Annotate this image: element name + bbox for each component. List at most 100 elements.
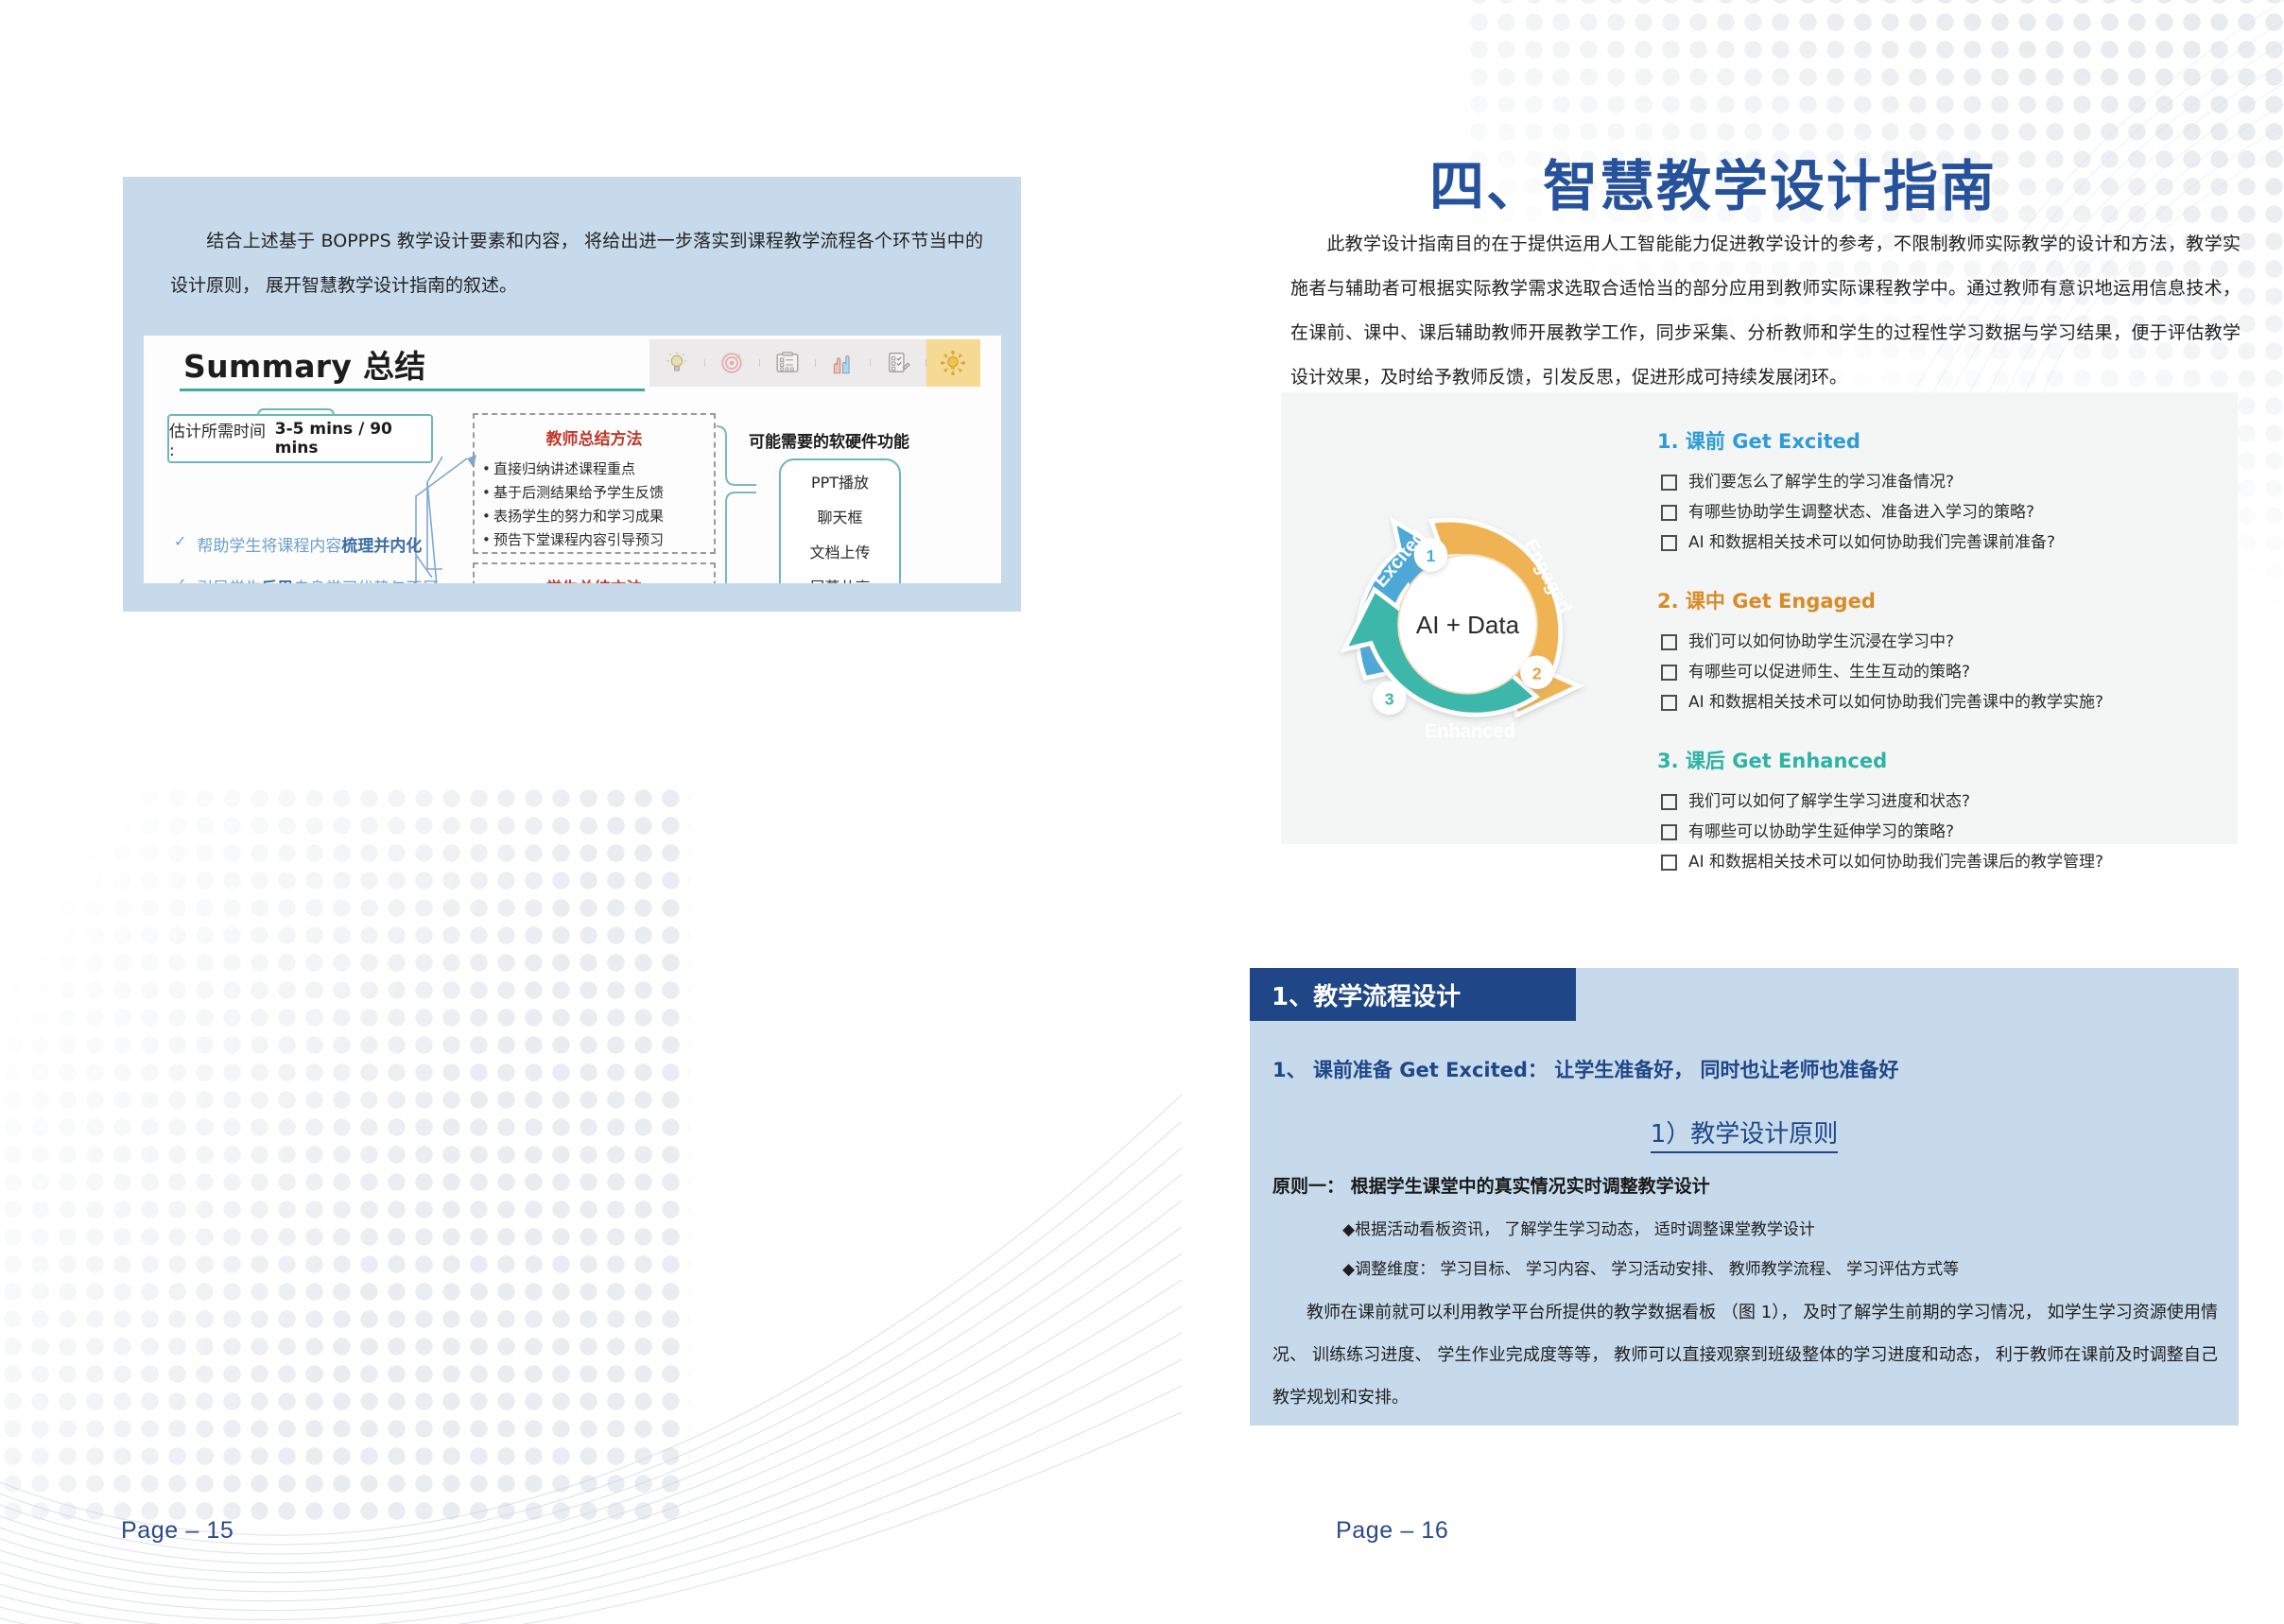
checkbox-icon [1661, 824, 1677, 840]
check-text-bold: 反思 [261, 579, 293, 583]
page-number-right: Page – 16 [1336, 1517, 1449, 1544]
summary-header: Summary 总结 [144, 336, 1001, 391]
checklist-group-post-class: 3. 课后 Get Enhanced 我们可以如何了解学生学习进度和状态? 有哪… [1657, 746, 2215, 877]
list-item: 表扬学生的努力和学习成果 [475, 505, 714, 528]
lead-paragraph: 此教学设计指南目的在于提供运用人工智能能力促进教学设计的参考，不限制教师实际教学… [1290, 222, 2241, 400]
page-number-left: Page – 15 [121, 1517, 234, 1544]
list-item: 预告下堂课程内容引导预习 [475, 528, 714, 552]
hardware-title: 可能需要的软硬件功能 [749, 433, 909, 452]
page-title: 四、智慧教学设计指南 [1428, 154, 1997, 218]
checklist-heading: 1. 课前 Get Excited [1657, 430, 1860, 453]
list-item: 我们可以如何了解学生学习进度和状态? [1657, 786, 2215, 817]
checkbox-icon [1661, 855, 1677, 871]
flow-heading: 1、 课前准备 Get Excited： 让学生准备好， 同时也让老师也准备好 [1272, 1059, 1899, 1081]
svg-text:3: 3 [1385, 690, 1394, 709]
student-method-box: 学生总结方法 口头简短心得分享 以图表等方式整理所学重点 思考：今天学到了什么？… [473, 562, 716, 583]
list-item: 我们要怎么了解学生的学习准备情况? [1657, 467, 2215, 497]
cycle-svg: AI + Data Excited Engaged Enhanced 1 2 3 [1340, 516, 1584, 742]
teacher-method-title: 教师总结方法 [545, 430, 643, 449]
checklist-group-in-class: 2. 课中 Get Engaged 我们可以如何协助学生沉浸在学习中? 有哪些可… [1657, 586, 2215, 717]
checkbox-icon [1661, 665, 1677, 681]
principle-bullet: ◆根据活动看板资讯， 了解学生学习动态， 适时调整课堂教学设计 [1342, 1220, 1815, 1239]
list-item: 文档上传 [809, 544, 871, 561]
teaching-flow-section: 1、教学流程设计 1、 课前准备 Get Excited： 让学生准备好， 同时… [1250, 968, 2239, 1425]
list-item-label: AI 和数据相关技术可以如何协助我们完善课前准备? [1688, 533, 2056, 552]
checklist-group-pre-class: 1. 课前 Get Excited 我们要怎么了解学生的学习准备情况? 有哪些协… [1657, 426, 2215, 558]
principle-body: 教师在课前就可以利用教学平台所提供的教学数据看板 （图 1）， 及时了解学生前期… [1272, 1291, 2218, 1419]
svg-text:2: 2 [1532, 664, 1542, 682]
teacher-method-box: 教师总结方法 直接归纳讲述课程重点 基于后测结果给予学生反馈 表扬学生的努力和学… [473, 413, 716, 554]
list-item-label: 我们可以如何了解学生学习进度和状态? [1688, 792, 1971, 811]
list-item-label: AI 和数据相关技术可以如何协助我们完善课中的教学实施? [1688, 693, 2104, 712]
checkbox-icon [1661, 475, 1677, 491]
list-item: PPT播放 [810, 474, 870, 492]
list-item-label: 有哪些可以促进师生、生生互动的策略? [1688, 663, 1971, 682]
list-item-label: 有哪些可以协助学生延伸学习的策略? [1688, 822, 1955, 841]
list-item: AI 和数据相关技术可以如何协助我们完善课前准备? [1657, 527, 2215, 558]
list-item: 聊天框 [817, 509, 863, 527]
section-tab: 1、教学流程设计 [1250, 968, 1576, 1021]
checkbox-icon [1661, 535, 1677, 551]
target-objective-icon [705, 339, 760, 387]
hardware-box: PPT播放 聊天框 文档上传 屏幕共享 [779, 458, 901, 583]
check-icon: ✓ [174, 575, 186, 583]
summary-title: Summary 总结 [183, 341, 426, 387]
lightbulb-idea-icon [649, 339, 704, 387]
list-item: AI 和数据相关技术可以如何协助我们完善课中的教学实施? [1657, 687, 2215, 717]
summary-check-list: ✓ 帮助学生将课程内容梳理并内化 ✓ 引导学生反思自身学习优势与不足 ✓ 预告接… [174, 532, 495, 583]
checklist-heading: 3. 课后 Get Enhanced [1657, 750, 1888, 772]
student-method-title: 学生总结方法 [475, 575, 714, 583]
time-estimate-box: 估计所需时间 : 3-5 mins / 90 mins [167, 414, 433, 463]
summary-underline [180, 389, 645, 391]
list-item-label: 有哪些协助学生调整状态、准备进入学习的策略? [1688, 503, 2035, 522]
ai-data-cycle-diagram: AI + Data Excited Engaged Enhanced 1 2 3 [1300, 421, 1635, 818]
principle-title: 原则一： 根据学生课堂中的真实情况实时调整教学设计 [1272, 1176, 1710, 1197]
checkbox-icon [1661, 505, 1677, 521]
intro-paragraph-text: 结合上述基于 BOPPPS 教学设计要素和内容， 将给出进一步落实到课程教学流程… [170, 231, 983, 296]
cycle-label-enhanced: Enhanced [1425, 721, 1515, 742]
list-item: 有哪些可以促进师生、生生互动的策略? [1657, 657, 2215, 687]
list-item: AI 和数据相关技术可以如何协助我们完善课后的教学管理? [1657, 847, 2215, 877]
flow-subheading-text: 1）教学设计原则 [1650, 1120, 1839, 1153]
checklist-heading: 2. 课中 Get Engaged [1657, 590, 1876, 613]
summary-figure: Summary 总结 估计所需时间: 3-5 mins / 90 mins ✓… [144, 336, 1001, 583]
check-text-bold: 梳理并内化 [341, 537, 423, 556]
list-item: 我们可以如何协助学生沉浸在学习中? [1657, 627, 2215, 657]
check-text: 帮助学生将课程内容梳理并内化 [197, 532, 422, 556]
list-item-label: 我们可以如何协助学生沉浸在学习中? [1688, 632, 1955, 651]
checkbox-icon [1661, 634, 1677, 650]
section-tab-label: 1、教学流程设计 [1272, 982, 1462, 1011]
boppps-icon-strip [649, 339, 980, 387]
time-estimate-label: 估计所需时间 : [169, 422, 266, 460]
list-item: ✓ 帮助学生将课程内容梳理并内化 [174, 532, 495, 556]
list-item: 基于后测结果给予学生反馈 [475, 481, 714, 505]
list-item: 有哪些协助学生调整状态、准备进入学习的策略? [1657, 497, 2215, 527]
summary-bulb-network-icon [926, 339, 980, 387]
cycle-badge-1: 1 [1413, 538, 1448, 572]
cycle-center-label: AI + Data [1416, 611, 1520, 639]
cycle-checklists: 1. 课前 Get Excited 我们要怎么了解学生的学习准备情况? 有哪些协… [1657, 426, 2215, 877]
page-left: 结合上述基于 BOPPPS 教学设计要素和内容， 将给出进一步落实到课程教学流程… [0, 0, 1142, 1624]
checkbox-icon [1661, 695, 1677, 711]
svg-text:1: 1 [1427, 546, 1436, 565]
principle-body-text: 教师在课前就可以利用教学平台所提供的教学数据看板 （图 1）， 及时了解学生前期… [1272, 1303, 2218, 1408]
list-item: 直接归纳讲述课程重点 [475, 458, 714, 481]
check-text: 引导学生反思自身学习优势与不足 [197, 575, 438, 583]
list-item-label: 我们要怎么了解学生的学习准备情况? [1688, 473, 1955, 492]
checkbox-icon [1661, 794, 1677, 810]
cycle-figure-panel: AI + Data Excited Engaged Enhanced 1 2 3… [1281, 392, 2238, 872]
check-text-tail: 自身学习优势与不足 [293, 579, 438, 583]
check-icon: ✓ [174, 532, 187, 550]
check-text-plain: 帮助学生将课程内容 [197, 537, 342, 556]
check-text-plain: 引导学生 [197, 579, 261, 583]
participation-hands-icon [816, 339, 871, 387]
summary-title-cn: 总结 [362, 348, 426, 385]
list-item: ✓ 引导学生反思自身学习优势与不足 [174, 575, 495, 583]
time-estimate-value: 3-5 mins / 90 mins [274, 420, 392, 458]
posttest-checklist-icon [871, 339, 926, 387]
principle-bullet: ◆调整维度： 学习目标、 学习内容、 学习活动安排、 教师教学流程、 学习评估方… [1342, 1260, 1960, 1279]
lead-paragraph-text: 此教学设计指南目的在于提供运用人工智能能力促进教学设计的参考，不限制教师实际教学… [1290, 233, 2241, 388]
list-item-label: AI 和数据相关技术可以如何协助我们完善课后的教学管理? [1688, 853, 2104, 872]
intro-paragraph: 结合上述基于 BOPPPS 教学设计要素和内容， 将给出进一步落实到课程教学流程… [170, 219, 983, 308]
flow-subheading: 1）教学设计原则 [1250, 1114, 2239, 1153]
